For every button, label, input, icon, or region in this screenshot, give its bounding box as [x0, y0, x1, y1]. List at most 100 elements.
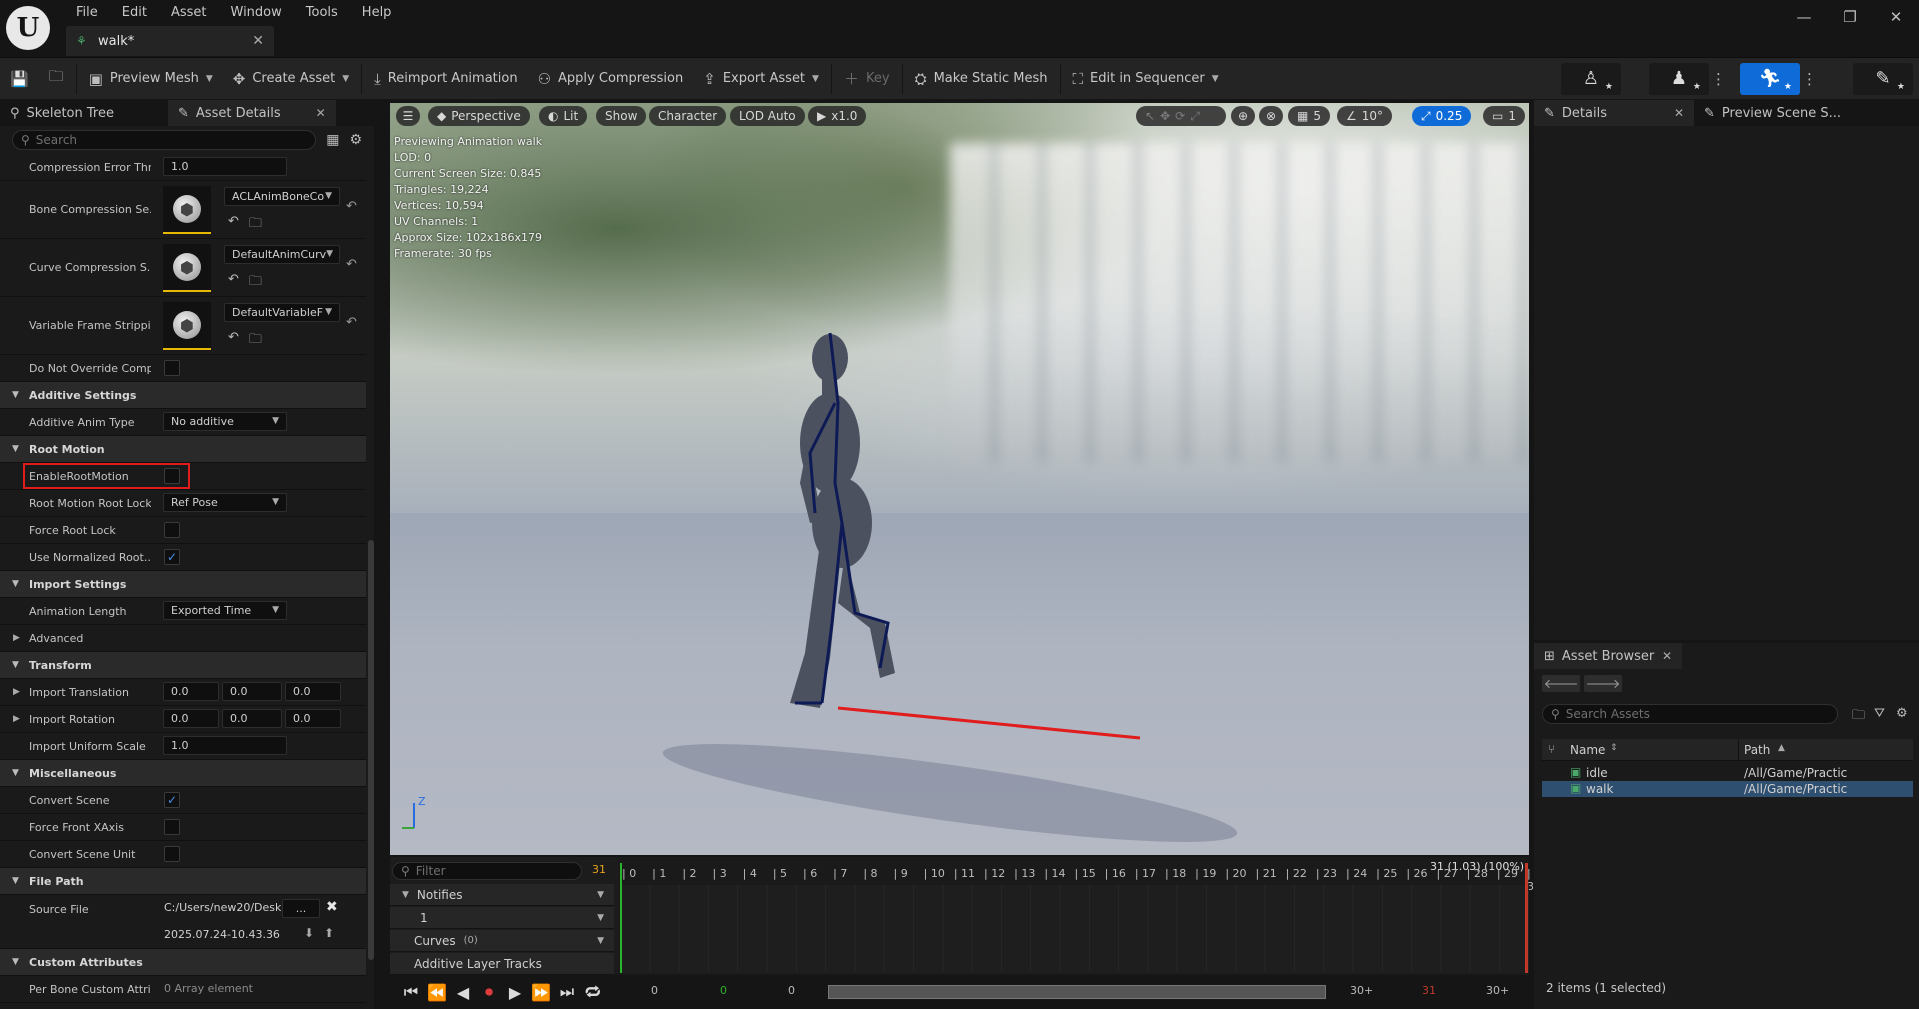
close-tab-icon[interactable]: ✕: [252, 33, 264, 49]
record-icon[interactable]: ⏺: [476, 982, 502, 1002]
physics-mode-button[interactable]: ✎ ★: [1853, 62, 1913, 95]
skip-to-end-icon[interactable]: ⏭: [554, 982, 580, 1002]
close-window-button[interactable]: ✕: [1873, 0, 1919, 34]
range-end-value[interactable]: 30+: [1486, 984, 1509, 997]
folder-icon[interactable]: 🗀: [1852, 706, 1865, 728]
current-frame-value[interactable]: 0: [720, 984, 727, 997]
asset-row-walk[interactable]: ▣ walk /All/Game/Practic: [1542, 781, 1913, 797]
step-back-icon[interactable]: ⏪: [424, 983, 450, 1002]
property-advanced[interactable]: ▶ Advanced: [0, 625, 366, 652]
playback-speed-button[interactable]: ▶ x1.0: [808, 106, 867, 126]
tab-skeleton-tree[interactable]: ⚲ Skeleton Tree: [0, 100, 168, 126]
preview-viewport[interactable]: Z ☰ ◆ Perspective ◐ Lit Show Character LOD…: [390, 103, 1529, 855]
search-input[interactable]: [35, 133, 308, 147]
section-transform[interactable]: ▼ Transform: [0, 652, 366, 679]
reset-to-default-icon[interactable]: ↶: [346, 199, 357, 214]
view-range-scrollbar[interactable]: [828, 985, 1326, 999]
timeline-filter-input[interactable]: [415, 864, 573, 878]
gear-icon[interactable]: ⚙: [1896, 706, 1908, 721]
world-space-button[interactable]: ⊕: [1231, 106, 1255, 126]
document-tab-walk[interactable]: ⚘ walk* ✕: [66, 26, 274, 56]
section-root-motion[interactable]: ▼ Root Motion: [0, 436, 366, 463]
section-custom-attributes[interactable]: ▼ Custom Attributes: [0, 949, 366, 976]
close-tab-icon[interactable]: ✕: [1662, 649, 1672, 663]
menu-window[interactable]: Window: [219, 3, 294, 23]
show-button[interactable]: Show: [596, 106, 647, 126]
back-button[interactable]: 🡐: [1542, 675, 1580, 692]
asset-thumbnail[interactable]: ⬢: [163, 186, 211, 234]
timeline-playhead[interactable]: [1525, 863, 1528, 973]
key-button[interactable]: ＋ Key: [834, 63, 900, 95]
scale-snap-button[interactable]: ⤢ 0.25: [1412, 106, 1472, 126]
close-tab-icon[interactable]: ✕: [1674, 106, 1684, 120]
tab-asset-browser[interactable]: ⊞ Asset Browser ✕: [1534, 643, 1682, 669]
menu-help[interactable]: Help: [350, 3, 404, 23]
asset-thumbnail[interactable]: ⬢: [163, 302, 211, 350]
play-icon[interactable]: ▶: [502, 983, 528, 1002]
preview-mesh-button[interactable]: ▣ Preview Mesh ▼: [79, 63, 223, 95]
unreal-logo-icon[interactable]: U: [6, 6, 50, 50]
section-miscellaneous[interactable]: ▼ Miscellaneous: [0, 760, 366, 787]
reset-to-default-icon[interactable]: ↶: [346, 257, 357, 272]
more-options-icon[interactable]: ⋮: [1802, 70, 1817, 88]
force-root-lock-checkbox[interactable]: [164, 522, 180, 538]
import-uniform-scale-field[interactable]: 1.0: [163, 736, 287, 755]
gear-icon[interactable]: ⚙: [349, 132, 362, 148]
transform-tools[interactable]: ↖ ✥ ⟳ ⤢: [1136, 106, 1226, 126]
root-motion-root-lock-combo[interactable]: Ref Pose ▼: [163, 493, 287, 512]
convert-scene-unit-checkbox[interactable]: [164, 846, 180, 862]
track-notify-1[interactable]: 1 ▼: [390, 907, 614, 929]
clear-icon[interactable]: ✖: [326, 899, 338, 915]
viewport-menu-button[interactable]: ☰: [396, 106, 420, 126]
camera-speed-button[interactable]: ▭ 1: [1483, 106, 1525, 126]
curve-compression-combo[interactable]: DefaultAnimCurv ▼: [224, 245, 340, 264]
additive-anim-type-combo[interactable]: No additive ▼: [163, 412, 287, 431]
use-selected-icon[interactable]: ↶: [228, 272, 239, 294]
timeline-grid[interactable]: [620, 885, 1529, 973]
restore-button[interactable]: ❐: [1827, 0, 1873, 34]
menu-edit[interactable]: Edit: [110, 3, 159, 23]
save-button[interactable]: 💾: [0, 63, 39, 95]
variable-frame-combo[interactable]: DefaultVariableF ▼: [224, 303, 340, 322]
tab-preview-scene-settings[interactable]: ✎ Preview Scene S...: [1694, 100, 1851, 126]
more-options-icon[interactable]: ⋮: [1711, 70, 1726, 88]
column-name-header[interactable]: Name: [1570, 743, 1605, 757]
view-end-value[interactable]: 30+: [1350, 984, 1373, 997]
perspective-button[interactable]: ◆ Perspective: [428, 106, 530, 126]
column-options-icon[interactable]: ⑂: [1548, 742, 1555, 756]
view-start-value[interactable]: 0: [788, 984, 795, 997]
arrow-up-icon[interactable]: ⬆: [324, 926, 334, 940]
tab-details[interactable]: ✎ Details ✕: [1534, 100, 1694, 126]
chevron-right-icon[interactable]: ▶: [13, 687, 20, 697]
use-selected-icon[interactable]: ↶: [228, 214, 239, 236]
lod-button[interactable]: LOD Auto: [730, 106, 805, 126]
import-translation-z-field[interactable]: 0.0: [285, 682, 341, 701]
section-import-settings[interactable]: ▼ Import Settings: [0, 571, 366, 598]
use-normalized-root-checkbox[interactable]: ✓: [164, 549, 180, 565]
compression-error-threshold-field[interactable]: 1.0: [163, 157, 287, 176]
menu-tools[interactable]: Tools: [294, 3, 350, 23]
step-forward-icon[interactable]: ⏩: [528, 983, 554, 1002]
animation-length-combo[interactable]: Exported Time ▼: [163, 601, 287, 620]
import-rotation-z-field[interactable]: 0.0: [285, 709, 341, 728]
export-asset-button[interactable]: ⇪ Export Asset ▼: [693, 63, 829, 95]
mesh-mode-button[interactable]: ♟ ★: [1649, 62, 1709, 95]
edit-in-sequencer-button[interactable]: ⛶ Edit in Sequencer ▼: [1063, 63, 1229, 95]
track-notifies[interactable]: ▼ Notifies ▼: [390, 884, 614, 906]
angle-snap-button[interactable]: ∠ 10°: [1337, 106, 1393, 126]
details-scrollbar[interactable]: [368, 540, 374, 960]
import-translation-y-field[interactable]: 0.0: [222, 682, 282, 701]
menu-asset[interactable]: Asset: [159, 3, 219, 23]
asset-row-idle[interactable]: ▣ idle /All/Game/Practic: [1542, 765, 1913, 781]
menu-file[interactable]: File: [64, 3, 110, 23]
filter-icon[interactable]: ⛛: [1874, 706, 1885, 721]
surface-snap-button[interactable]: ⊗: [1259, 106, 1283, 126]
column-path-header[interactable]: Path: [1744, 743, 1770, 757]
make-static-mesh-button[interactable]: ⛭ Make Static Mesh: [905, 63, 1058, 95]
track-additive-layer[interactable]: Additive Layer Tracks: [390, 953, 614, 975]
import-rotation-x-field[interactable]: 0.0: [163, 709, 219, 728]
grid-snap-button[interactable]: ▦ 5: [1288, 106, 1330, 126]
browse-icon[interactable]: 🗀: [249, 330, 262, 352]
force-front-xaxis-checkbox[interactable]: [164, 819, 180, 835]
play-reverse-icon[interactable]: ◀: [450, 983, 476, 1002]
